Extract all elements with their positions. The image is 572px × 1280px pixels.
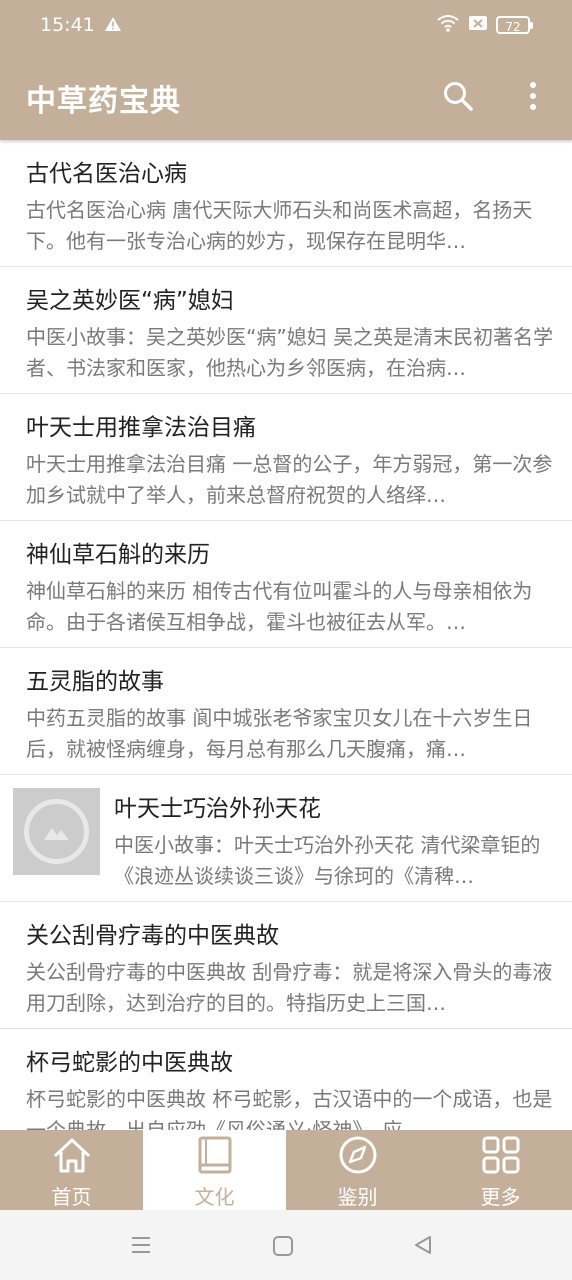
article-item[interactable]: 叶天士用推拿法治目痛 叶天士用推拿法治目痛 一总督的公子，年方弱冠，第一次参加乡… [0, 394, 572, 521]
article-summary: 叶天士用推拿法治目痛 一总督的公子，年方弱冠，第一次参加乡试就中了举人，前来总督… [26, 452, 553, 507]
article-title: 神仙草石斛的来历 [26, 542, 210, 568]
article-title: 杯弓蛇影的中医典故 [26, 1050, 233, 1076]
article-summary: 神仙草石斛的来历 相传古代有位叫霍斗的人与母亲相依为命。由于各诸侯互相争战，霍斗… [26, 579, 533, 634]
article-summary: 古代名医治心病 唐代天际大师石头和尚医术高超，名扬天下。他有一张专治心病的妙方，… [26, 198, 533, 253]
status-bar: 15:41 72 [0, 0, 572, 54]
bottom-tab-bar: 首页 文化 鉴别 更多 [0, 1130, 572, 1210]
article-summary: 关公刮骨疗毒的中医典故 刮骨疗毒：就是将深入骨头的毒液用刀刮除，达到治疗的目的。… [26, 960, 553, 1015]
tab-identify[interactable]: 鉴别 [286, 1130, 429, 1210]
article-summary: 杯弓蛇影的中医典故 杯弓蛇影，古汉语中的一个成语，也是一个典故，出自应劭《风俗通… [26, 1087, 553, 1130]
article-item[interactable]: 关公刮骨疗毒的中医典故 关公刮骨疗毒的中医典故 刮骨疗毒：就是将深入骨头的毒液用… [0, 902, 572, 1029]
wifi-icon [436, 13, 460, 37]
tab-label: 鉴别 [337, 1185, 378, 1209]
back-icon[interactable] [412, 1234, 434, 1256]
article-title: 古代名医治心病 [26, 161, 187, 187]
grid-icon [480, 1134, 522, 1176]
tab-label: 首页 [51, 1185, 92, 1209]
book-icon [194, 1134, 236, 1176]
tab-label: 更多 [480, 1185, 521, 1209]
article-summary: 中医小故事：吴之英妙医“病”媳妇 吴之英是清末民初著名学者、书法家和医家，他热心… [26, 325, 554, 380]
article-title: 关公刮骨疗毒的中医典故 [26, 923, 279, 949]
home-square-icon[interactable] [272, 1235, 294, 1257]
article-item[interactable]: 五灵脂的故事 中药五灵脂的故事 阆中城张老爷家宝贝女儿在十六岁生日后，就被怪病缠… [0, 648, 572, 775]
warning-icon [104, 16, 122, 36]
app-bar: 中草药宝典 [0, 54, 572, 140]
article-item[interactable]: 吴之英妙医“病”媳妇 中医小故事：吴之英妙医“病”媳妇 吴之英是清末民初著名学者… [0, 267, 572, 394]
article-title: 五灵脂的故事 [26, 669, 164, 695]
tab-home[interactable]: 首页 [0, 1130, 143, 1210]
article-title: 吴之英妙医“病”媳妇 [26, 288, 234, 314]
sim-off-icon [468, 14, 488, 36]
article-item[interactable]: 杯弓蛇影的中医典故 杯弓蛇影的中医典故 杯弓蛇影，古汉语中的一个成语，也是一个典… [0, 1029, 572, 1130]
tab-culture[interactable]: 文化 [143, 1130, 286, 1210]
article-item[interactable]: 古代名医治心病 古代名医治心病 唐代天际大师石头和尚医术高超，名扬天下。他有一张… [0, 140, 572, 267]
image-placeholder-icon [13, 788, 100, 875]
search-icon[interactable] [440, 78, 476, 114]
article-list[interactable]: 古代名医治心病 古代名医治心病 唐代天际大师石头和尚医术高超，名扬天下。他有一张… [0, 140, 572, 1130]
app-title: 中草药宝典 [26, 84, 181, 119]
tab-label: 文化 [194, 1185, 235, 1209]
more-vert-icon[interactable] [518, 78, 548, 114]
system-nav-bar [0, 1210, 572, 1280]
tab-more[interactable]: 更多 [429, 1130, 572, 1210]
article-summary: 中医小故事：叶天士巧治外孙天花 清代梁章钜的《浪迹丛谈续谈三谈》与徐珂的《清稗… [114, 833, 541, 888]
article-item[interactable]: 叶天士巧治外孙天花 中医小故事：叶天士巧治外孙天花 清代梁章钜的《浪迹丛谈续谈三… [0, 775, 572, 902]
recent-apps-icon[interactable] [130, 1234, 152, 1256]
article-title: 叶天士巧治外孙天花 [114, 796, 321, 822]
home-icon [51, 1134, 93, 1176]
status-right: 72 [436, 13, 533, 37]
status-time: 15:41 [40, 14, 95, 36]
article-title: 叶天士用推拿法治目痛 [26, 415, 256, 441]
battery-icon: 72 [496, 16, 533, 34]
article-summary: 中药五灵脂的故事 阆中城张老爷家宝贝女儿在十六岁生日后，就被怪病缠身，每月总有那… [26, 706, 533, 761]
compass-icon [337, 1134, 379, 1176]
article-item[interactable]: 神仙草石斛的来历 神仙草石斛的来历 相传古代有位叫霍斗的人与母亲相依为命。由于各… [0, 521, 572, 648]
